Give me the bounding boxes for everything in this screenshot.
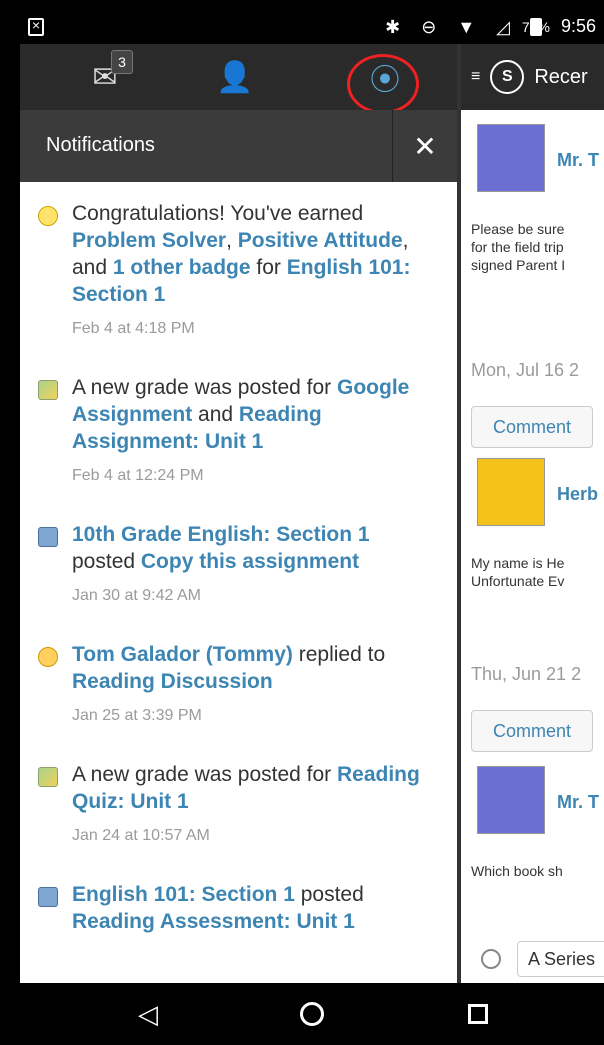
notification-text: A new grade was posted for Reading Quiz:… <box>72 761 437 815</box>
notification-connector: posted <box>294 883 364 906</box>
recents-button[interactable] <box>448 991 508 1037</box>
notification-item[interactable]: A new grade was posted for Reading Quiz:… <box>20 743 457 863</box>
post-author[interactable]: Mr. T <box>557 792 599 813</box>
poll-radio[interactable] <box>481 949 501 969</box>
notification-link[interactable]: Problem Solver <box>72 229 226 252</box>
notification-text: Congratulations! You've earned Problem S… <box>72 200 437 308</box>
post-line: Unfortunate Ev <box>471 573 565 589</box>
notification-text: Tom Galador (Tommy) replied to Reading D… <box>72 641 437 695</box>
notification-item[interactable]: English 101: Section 1 posted Reading As… <box>20 863 457 953</box>
notification-text: A new grade was posted for Google Assign… <box>72 374 437 455</box>
badge-star-icon <box>38 206 58 226</box>
notification-connector: and <box>192 403 239 426</box>
user-add-icon: 👤 <box>216 60 254 94</box>
notifications-list: Congratulations! You've earned Problem S… <box>20 182 457 983</box>
notification-item[interactable]: Congratulations! You've earned Problem S… <box>20 182 457 356</box>
android-navigation-bar: ◁ <box>20 983 604 1045</box>
system-status-icons: ✱ ⊖ ▼ ◿ <box>385 17 518 37</box>
battery-percentage: 78% <box>521 19 550 35</box>
avatar <box>477 124 545 192</box>
notification-connector: , <box>226 229 238 252</box>
recent-activity-panel: ≡ S Recer Mr. T Please be sure for the f… <box>457 44 604 983</box>
notification-link[interactable]: 1 other badge <box>113 256 251 279</box>
notification-text: English 101: Section 1 posted Reading As… <box>72 881 437 935</box>
unread-message-badge: 3 <box>111 50 133 74</box>
post-body: Please be sure for the field trip signed… <box>471 220 604 274</box>
poll-option[interactable]: A Series <box>517 941 604 977</box>
messages-button[interactable]: ✉ 3 <box>75 48 135 106</box>
notification-item[interactable]: 10th Grade English: Section 1 posted Cop… <box>20 503 457 623</box>
avatar <box>477 458 545 526</box>
notification-timestamp: Feb 4 at 12:24 PM <box>72 467 204 484</box>
comment-button[interactable]: Comment <box>471 710 593 752</box>
post-line: for the field trip <box>471 239 564 255</box>
right-panel-title: Recer <box>534 65 588 88</box>
screen: ✱ ⊖ ▼ ◿ 78% 9:56 ✉ 3 👤 ⦿ Notifications ✕… <box>20 10 604 1045</box>
notification-link[interactable]: Reading Discussion <box>72 670 273 693</box>
right-panel-header: ≡ S Recer <box>461 44 604 110</box>
notification-item[interactable]: Tom Galador (Tommy) replied to Reading D… <box>20 623 457 743</box>
avatar <box>477 766 545 834</box>
highlight-circle <box>347 54 419 114</box>
notification-connector: Congratulations! You've earned <box>72 202 364 225</box>
notifications-title: Notifications <box>46 134 155 156</box>
notification-connector: for <box>250 256 287 279</box>
schoology-logo: S <box>490 60 525 94</box>
post-body: Which book sh <box>471 862 604 880</box>
notification-timestamp: Jan 25 at 3:39 PM <box>72 707 202 724</box>
notification-link[interactable]: English 101: Section 1 <box>72 883 295 906</box>
notification-link[interactable]: Reading Assessment: Unit 1 <box>72 910 355 933</box>
comment-button[interactable]: Comment <box>471 406 593 448</box>
home-button[interactable] <box>282 991 342 1037</box>
notification-link[interactable]: 10th Grade English: Section 1 <box>72 523 370 546</box>
assignment-icon <box>38 887 58 907</box>
post-line: My name is He <box>471 555 565 571</box>
notification-link[interactable]: Tom Galador (Tommy) <box>72 643 293 666</box>
friend-requests-button[interactable]: 👤 <box>205 48 265 106</box>
notification-link[interactable]: Copy this assignment <box>141 550 359 573</box>
close-notifications-button[interactable]: ✕ <box>392 110 457 182</box>
assignment-icon <box>38 527 58 547</box>
drawer-toolbar: ✉ 3 👤 ⦿ <box>20 44 457 114</box>
notification-connector: A new grade was posted for <box>72 376 337 399</box>
clock-time: 9:56 <box>560 16 596 36</box>
post-body: My name is He Unfortunate Ev <box>471 554 604 590</box>
post-date: Mon, Jul 16 2 <box>471 360 580 380</box>
notification-timestamp: Jan 24 at 10:57 AM <box>72 827 210 844</box>
post-line: Which book sh <box>471 863 563 879</box>
screenshot-indicator-icon <box>28 17 44 36</box>
grade-icon <box>38 380 58 400</box>
back-button[interactable]: ◁ <box>118 991 178 1037</box>
post-line: Please be sure <box>471 221 565 237</box>
notification-timestamp: Feb 4 at 4:18 PM <box>72 320 195 337</box>
notification-connector: posted <box>72 550 141 573</box>
menu-icon[interactable]: ≡ <box>471 68 480 86</box>
post-line: signed Parent I <box>471 257 566 273</box>
status-bar: ✱ ⊖ ▼ ◿ 78% 9:56 <box>20 10 604 44</box>
notification-text: 10th Grade English: Section 1 posted Cop… <box>72 521 437 575</box>
post-author[interactable]: Mr. T <box>557 150 599 171</box>
notification-connector: replied to <box>292 643 386 666</box>
close-icon: ✕ <box>413 130 437 162</box>
notification-connector: A new grade was posted for <box>72 763 337 786</box>
notifications-container: Congratulations! You've earned Problem S… <box>20 182 457 953</box>
battery-and-time: 78% 9:56 <box>522 16 596 37</box>
recents-icon <box>468 1004 488 1024</box>
post-author[interactable]: Herb <box>557 484 598 505</box>
post-date: Thu, Jun 21 2 <box>471 664 582 684</box>
notification-item[interactable]: A new grade was posted for Google Assign… <box>20 356 457 503</box>
discussion-bubble-icon <box>38 647 58 667</box>
notification-timestamp: Jan 30 at 9:42 AM <box>72 587 201 604</box>
notifications-header: Notifications ✕ <box>20 110 457 182</box>
grade-icon <box>38 767 58 787</box>
home-icon <box>300 1002 324 1026</box>
back-icon: ◁ <box>138 998 158 1029</box>
notification-link[interactable]: Positive Attitude <box>238 229 403 252</box>
